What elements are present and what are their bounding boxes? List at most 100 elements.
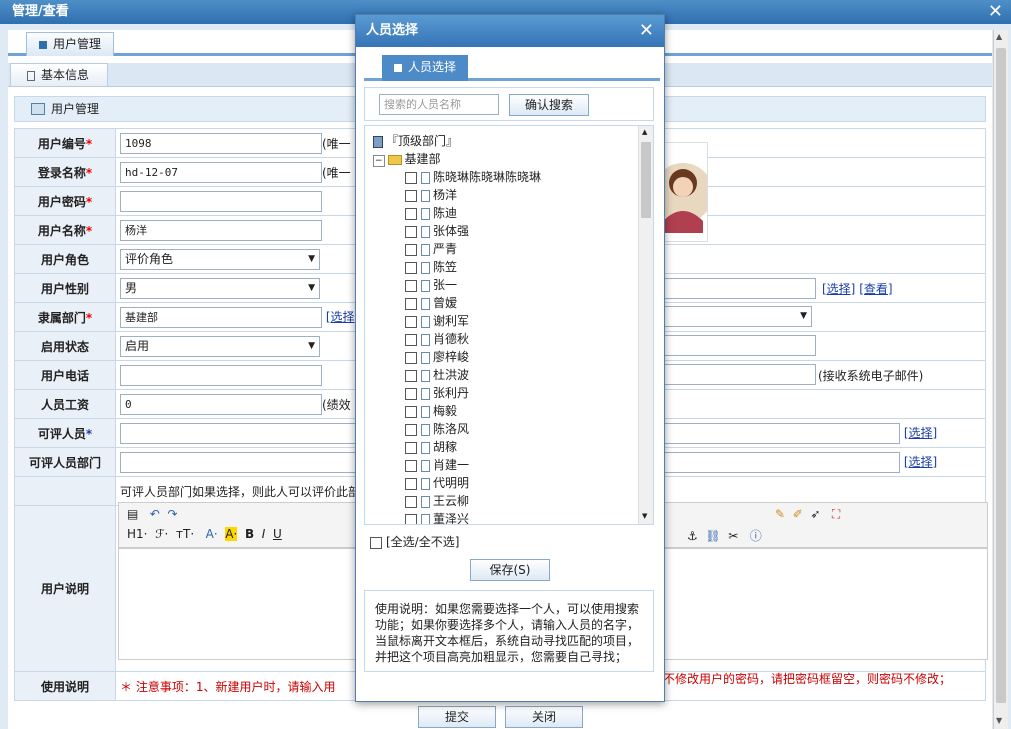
person-checkbox[interactable] — [405, 423, 417, 436]
salary-input[interactable]: 0 — [120, 393, 322, 415]
select-all-toggle[interactable]: [全选/全不选] — [370, 533, 459, 550]
page-scrollbar[interactable]: ▲ ▼ — [993, 30, 1008, 729]
submit-button[interactable]: 提交 — [418, 706, 496, 728]
close-icon[interactable]: ✕ — [988, 0, 1003, 24]
fullscreen-icon[interactable]: ⛶ — [832, 507, 840, 521]
tree-root[interactable]: 『顶级部门』 — [373, 132, 458, 150]
person-checkbox[interactable] — [405, 189, 417, 202]
dept-select-link[interactable]: [选择 — [326, 310, 355, 324]
tree-department[interactable]: − 基建部 — [373, 150, 441, 168]
person-checkbox[interactable] — [405, 225, 417, 238]
role-select[interactable]: 评价角色 — [120, 248, 320, 270]
person-item[interactable]: 肖建一 — [405, 456, 469, 474]
confirm-search-button[interactable]: 确认搜索 — [509, 94, 589, 116]
pencil-icon[interactable]: ✐ — [793, 507, 803, 521]
scroll-up-icon[interactable]: ▲ — [642, 128, 647, 136]
person-item[interactable]: 杜洪波 — [405, 366, 469, 384]
brush-icon[interactable]: ✎ — [775, 507, 785, 521]
dialog-close-icon[interactable]: ✕ — [639, 15, 654, 47]
person-item[interactable]: 杨洋 — [405, 186, 457, 204]
person-item[interactable]: 谢利军 — [405, 312, 469, 330]
person-item[interactable]: 张利丹 — [405, 384, 469, 402]
status-select[interactable]: 启用 — [120, 335, 320, 357]
right-field-2[interactable] — [660, 335, 816, 356]
close-button[interactable]: 关闭 — [505, 706, 583, 728]
size-dropdown[interactable]: тT· — [176, 527, 194, 541]
source-icon[interactable]: ▤ — [127, 507, 138, 521]
undo-icon[interactable]: ↶ — [150, 507, 160, 521]
font-dropdown[interactable]: ℱ· — [155, 527, 168, 541]
person-item[interactable]: 张一 — [405, 276, 457, 294]
reviewer-dept-select-link[interactable]: [选择] — [904, 455, 937, 469]
person-checkbox[interactable] — [405, 243, 417, 256]
person-item[interactable]: 陈笠 — [405, 258, 457, 276]
person-item[interactable]: 陈洛风 — [405, 420, 469, 438]
tree-scroll-thumb[interactable] — [641, 142, 651, 218]
help-icon[interactable]: ⓘ — [750, 529, 762, 543]
person-checkbox[interactable] — [405, 351, 417, 364]
person-checkbox[interactable] — [405, 441, 417, 454]
login-name-input[interactable]: hd-12-07 — [120, 161, 322, 183]
heading-dropdown[interactable]: H1· — [127, 527, 147, 541]
reviewer-select-link[interactable]: [选择] — [904, 426, 937, 440]
scroll-down-icon[interactable]: ▼ — [996, 716, 1002, 725]
tree-scrollbar[interactable]: ▲ ▼ — [638, 126, 653, 524]
person-item[interactable]: 代明明 — [405, 474, 469, 492]
person-item[interactable]: 胡稼 — [405, 438, 457, 456]
link-icon[interactable]: ⛓ — [705, 529, 720, 543]
person-item[interactable]: 梅毅 — [405, 402, 457, 420]
scroll-up-icon[interactable]: ▲ — [996, 32, 1002, 41]
person-checkbox[interactable] — [405, 261, 417, 274]
person-item[interactable]: 陈迪 — [405, 204, 457, 222]
person-item[interactable]: 董泽兴 — [405, 510, 469, 524]
tab-basic-info[interactable]: 基本信息 — [10, 63, 108, 87]
font-color-icon[interactable]: A· — [206, 527, 218, 541]
gender-select[interactable]: 男 — [120, 277, 320, 299]
phone-input[interactable] — [120, 364, 322, 386]
italic-button[interactable]: I — [262, 527, 266, 541]
person-checkbox[interactable] — [405, 513, 417, 524]
select-link[interactable]: [选择] — [822, 282, 855, 296]
user-id-input[interactable]: 1098 — [120, 132, 322, 154]
person-item[interactable]: 肖德秋 — [405, 330, 469, 348]
person-checkbox[interactable] — [405, 477, 417, 490]
person-item[interactable]: 张体强 — [405, 222, 469, 240]
unlink-icon[interactable]: ✂ — [728, 529, 738, 543]
person-search-input[interactable]: 搜索的人员名称 — [379, 94, 499, 115]
password-input[interactable] — [120, 190, 322, 212]
person-item[interactable]: 王云柳 — [405, 492, 469, 510]
view-link[interactable]: [查看] — [859, 282, 892, 296]
person-checkbox[interactable] — [405, 387, 417, 400]
highlight-icon[interactable]: A· — [225, 527, 238, 541]
person-checkbox[interactable] — [405, 405, 417, 418]
save-button[interactable]: 保存(S) — [470, 559, 550, 581]
collapse-icon[interactable]: − — [373, 155, 385, 167]
underline-button[interactable]: U — [273, 527, 282, 541]
person-item[interactable]: 廖梓峻 — [405, 348, 469, 366]
right-field-1[interactable] — [660, 278, 816, 299]
person-checkbox[interactable] — [405, 459, 417, 472]
right-select[interactable] — [660, 306, 812, 327]
person-checkbox[interactable] — [405, 171, 417, 184]
person-checkbox[interactable] — [405, 297, 417, 310]
bold-button[interactable]: B — [245, 527, 254, 541]
scroll-down-icon[interactable]: ▼ — [642, 512, 647, 520]
select-all-checkbox[interactable] — [370, 536, 382, 549]
person-checkbox[interactable] — [405, 495, 417, 508]
person-item[interactable]: 陈晓琳陈晓琳陈晓琳 — [405, 168, 541, 186]
tab-person-select[interactable]: 人员选择 — [382, 55, 469, 81]
person-checkbox[interactable] — [405, 279, 417, 292]
person-checkbox[interactable] — [405, 369, 417, 382]
person-checkbox[interactable] — [405, 333, 417, 346]
person-checkbox[interactable] — [405, 315, 417, 328]
user-name-input[interactable]: 杨洋 — [120, 219, 322, 241]
redo-icon[interactable]: ↷ — [168, 507, 178, 521]
tab-user-management[interactable]: 用户管理 — [26, 32, 115, 56]
cursor-icon[interactable]: ➶ — [810, 507, 820, 521]
dept-input[interactable]: 基建部 — [120, 306, 322, 328]
person-item[interactable]: 曾嫒 — [405, 294, 457, 312]
scroll-thumb[interactable] — [996, 48, 1006, 703]
person-checkbox[interactable] — [405, 207, 417, 220]
person-item[interactable]: 严青 — [405, 240, 457, 258]
email-input[interactable] — [660, 364, 816, 385]
